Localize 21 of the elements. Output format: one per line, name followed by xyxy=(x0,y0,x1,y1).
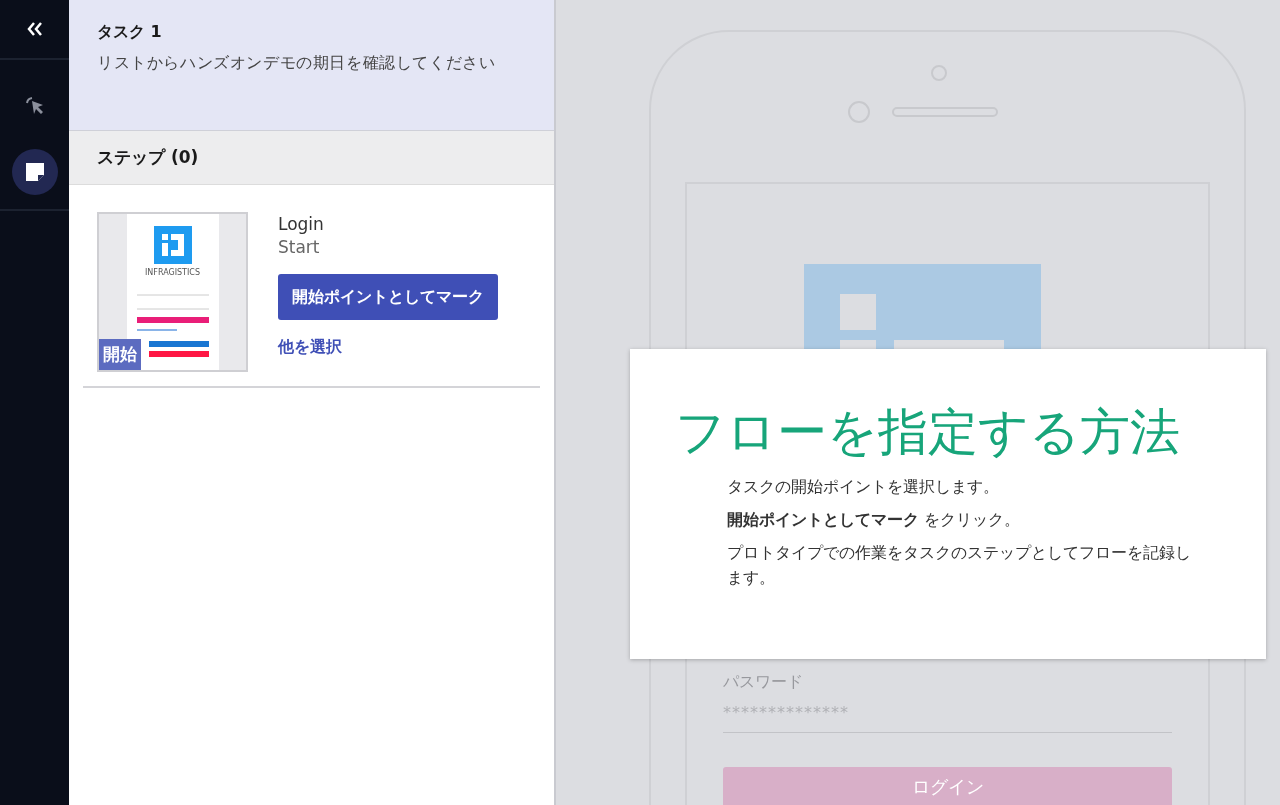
start-badge: 開始 xyxy=(99,339,141,370)
screen-name: Login xyxy=(278,214,325,234)
tool-button[interactable] xyxy=(11,149,58,195)
help-text: タスクの開始ポイントを選択します。 xyxy=(727,476,1000,498)
select-other-link[interactable]: 他を選択 xyxy=(278,337,498,358)
help-text: プロトタイプでの作業をタスクのステップとしてフローを記録します。 xyxy=(727,542,1192,589)
mark-start-button[interactable]: 開始ポイントとしてマーク xyxy=(278,274,498,320)
task-title: タスク 1 xyxy=(97,22,163,43)
sticky-note-icon xyxy=(24,162,45,182)
collapse-icon[interactable] xyxy=(26,22,43,36)
cursor-icon xyxy=(23,95,46,117)
task-description: リストからハンズオンデモの期日を確認してください xyxy=(97,52,497,74)
help-title: フローを指定する方法 xyxy=(675,402,1181,463)
password-label: パスワード xyxy=(723,672,804,693)
screen-thumbnail[interactable]: INFRAGISTICS 開始 xyxy=(97,212,248,372)
logo-icon xyxy=(804,264,1041,351)
brand-text: INFRAGISTICS xyxy=(144,268,201,277)
help-text: 開始ポイントとしてマーク をクリック。 xyxy=(727,509,1022,531)
steps-header: ステップ (0) xyxy=(69,131,554,185)
step-status: Start xyxy=(278,237,321,257)
logo-icon xyxy=(153,226,192,264)
